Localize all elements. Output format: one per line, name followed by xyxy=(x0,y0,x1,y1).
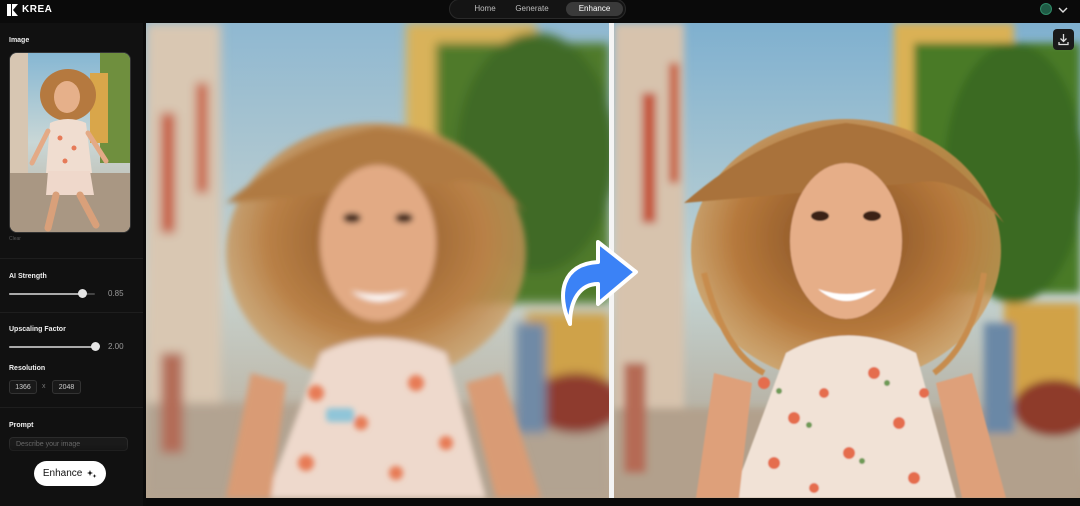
enhanced-image xyxy=(614,23,1080,498)
image-label: Image xyxy=(9,37,30,44)
tab-generate[interactable]: Generate xyxy=(507,2,557,16)
resolution-label: Resolution xyxy=(9,365,46,372)
bottom-bar xyxy=(146,498,1080,506)
section-divider xyxy=(0,407,143,408)
krea-logo-icon xyxy=(7,4,18,16)
enhance-button-label: Enhance xyxy=(42,468,83,479)
tab-home[interactable]: Home xyxy=(460,2,510,16)
clear-image-link[interactable]: Clear xyxy=(9,236,21,242)
chevron-down-icon[interactable] xyxy=(1057,4,1069,16)
sparkle-icon xyxy=(87,469,97,478)
app-name: KREA xyxy=(22,4,53,15)
resolution-width-field[interactable]: 1366 xyxy=(9,380,37,394)
tab-enhance[interactable]: Enhance xyxy=(566,2,623,16)
prompt-fade-overlay xyxy=(0,444,143,458)
curved-arrow-icon xyxy=(561,240,638,326)
resolution-separator: x xyxy=(42,383,46,390)
user-avatar-icon[interactable] xyxy=(1040,3,1052,15)
upscaling-factor-value: 2.00 xyxy=(108,342,124,351)
source-image-thumbnail[interactable] xyxy=(9,52,131,233)
upscaling-factor-slider[interactable] xyxy=(9,342,100,351)
section-divider xyxy=(0,312,143,313)
section-divider xyxy=(0,258,143,259)
download-icon xyxy=(1058,34,1069,46)
before-image xyxy=(146,23,609,498)
upscaling-factor-label: Upscaling Factor xyxy=(9,326,66,333)
ai-strength-label: AI Strength xyxy=(9,273,47,280)
ai-strength-slider[interactable] xyxy=(9,289,95,298)
ai-strength-value: 0.85 xyxy=(108,289,124,298)
download-button[interactable] xyxy=(1053,29,1074,50)
prompt-label: Prompt xyxy=(9,422,34,429)
upscaling-factor-slider-handle[interactable] xyxy=(91,342,100,351)
nav-tabs: Home Generate Enhance xyxy=(449,0,626,19)
resolution-height-field[interactable]: 2048 xyxy=(52,380,81,394)
enhance-button[interactable]: Enhance xyxy=(34,461,106,486)
upscaling-factor-slider-fill xyxy=(9,346,95,348)
ai-strength-slider-fill xyxy=(9,293,83,295)
top-bar: KREA Home Generate Enhance xyxy=(0,0,1080,20)
